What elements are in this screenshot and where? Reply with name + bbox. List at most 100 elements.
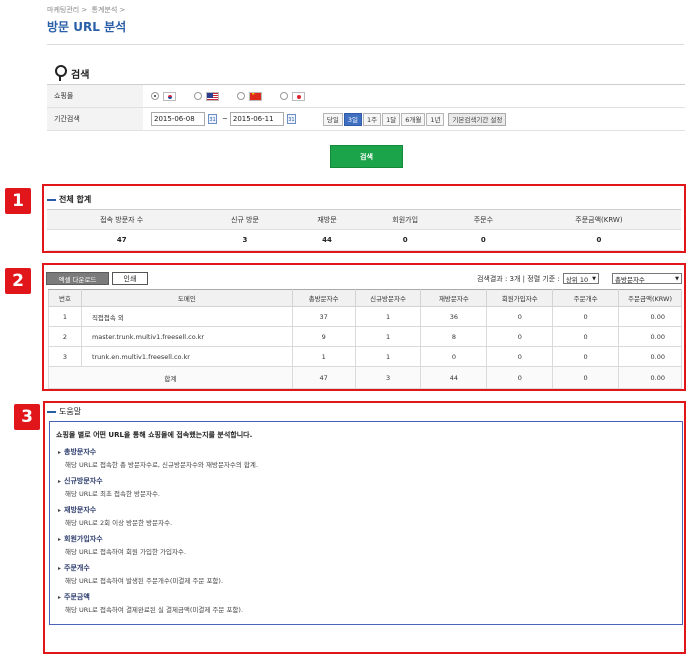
total-row: 합계 47 3 44 0 0 0.00 bbox=[48, 366, 682, 389]
list-cell: 0 bbox=[486, 306, 554, 327]
marker-3: 3 bbox=[14, 404, 40, 430]
summary-header-cell: 신규 방문 bbox=[196, 209, 294, 230]
search-heading-text: 검색 bbox=[71, 69, 90, 81]
page-title: 방문 URL 분석 bbox=[47, 20, 127, 34]
list-header-cell: 주문금액(KRW) bbox=[618, 289, 682, 307]
help-item: 회원가입자수해당 URL로 접속하여 회원 가입한 가입자수. bbox=[56, 534, 676, 556]
help-item-title: 주문금액 bbox=[56, 592, 676, 602]
period-label: 기간검색 bbox=[47, 108, 143, 130]
mall-radio[interactable] bbox=[237, 92, 245, 100]
default-period-button[interactable]: 기본검색기간 설정 bbox=[448, 112, 507, 126]
summary-header-row: 접속 방문자 수 신규 방문 재방문 회원가입 주문수 주문금액(KRW) bbox=[47, 209, 681, 230]
list-cell: 0 bbox=[486, 346, 554, 367]
mall-radio[interactable] bbox=[151, 92, 159, 100]
table-row: 3 trunk.en.multiv1.freesell.co.kr 1 1 0 0 0 0.0… bbox=[48, 346, 682, 367]
chevron-down-icon: ▼ bbox=[675, 275, 679, 282]
sort-select[interactable]: 총방문자수 ▼ bbox=[612, 273, 682, 284]
period-row: 기간검색 2015-06-08 31 ~ 2015-06-11 31 당일 3일 1… bbox=[47, 108, 685, 131]
help-item-title: 총방문자수 bbox=[56, 447, 676, 457]
search-form: 쇼핑몰 기간검색 2015-06-08 31 ~ 2015-06-11 31 당… bbox=[47, 84, 685, 131]
help-item: 주문개수해당 URL로 접속하여 발생된 주문개수(미결제 주문 포함). bbox=[56, 563, 676, 585]
summary-header-cell: 재방문 bbox=[293, 209, 361, 230]
list-header-cell: 재방문자수 bbox=[420, 289, 488, 307]
list-header-row: 번호 도메인 총방문자수 신규방문자수 재방문자수 회원가입자수 주문개수 주문금액(KRW) bbox=[48, 289, 682, 307]
list-cell: 1 bbox=[354, 326, 422, 347]
help-item-desc: 해당 URL로 접속하여 회원 가입한 가입자수. bbox=[65, 548, 186, 556]
sort-select-value: 총방문자수 bbox=[615, 275, 645, 284]
list-cell: 1 bbox=[354, 306, 422, 327]
calendar-icon[interactable]: 31 bbox=[286, 114, 296, 124]
mall-option[interactable] bbox=[237, 91, 262, 101]
flag-kr-icon bbox=[163, 91, 176, 101]
result-count-text: 검색결과 : 3개 | 정렬 기준 : bbox=[476, 274, 560, 283]
table-row: 2 master.trunk.multiv1.freesell.co.kr 9 1 8 0… bbox=[48, 326, 682, 347]
result-info: 검색결과 : 3개 | 정렬 기준 : 상위 10 ▼ bbox=[477, 273, 599, 284]
list-cell: 0 bbox=[552, 306, 620, 327]
help-item-title: 재방문자수 bbox=[56, 505, 676, 515]
summary-value-cell: 0 bbox=[516, 229, 681, 251]
print-button[interactable]: 인쇄 bbox=[112, 272, 148, 285]
list-header-cell: 번호 bbox=[48, 289, 82, 307]
summary-values-row: 47 3 44 0 0 0 bbox=[47, 229, 681, 251]
period-button[interactable]: 1주 bbox=[362, 112, 382, 126]
period-button[interactable]: 6개월 bbox=[401, 112, 426, 126]
list-cell: 8 bbox=[420, 326, 488, 347]
period-button[interactable]: 당일 bbox=[322, 112, 343, 126]
help-item-title: 주문개수 bbox=[56, 563, 676, 573]
list-header-cell: 신규방문자수 bbox=[354, 289, 422, 307]
search-button[interactable]: 검색 bbox=[330, 145, 403, 168]
mall-option[interactable] bbox=[151, 91, 176, 101]
total-cell: 47 bbox=[291, 366, 356, 389]
mall-option[interactable] bbox=[280, 91, 305, 101]
excel-download-button[interactable]: 엑셀 다운로드 bbox=[46, 272, 109, 285]
list-header-cell: 주문개수 bbox=[552, 289, 620, 307]
period-button[interactable]: 1달 bbox=[382, 112, 401, 126]
mall-radio[interactable] bbox=[280, 92, 288, 100]
list-cell: 0.00 bbox=[618, 346, 682, 367]
period-button[interactable]: 1년 bbox=[426, 112, 445, 126]
help-title-text: 도움말 bbox=[59, 407, 82, 416]
help-box: 쇼핑몰 별로 어떤 URL을 통해 쇼핑몰에 접속했는지를 분석합니다. 총방문… bbox=[49, 421, 683, 625]
flag-us-icon bbox=[206, 91, 219, 101]
help-item-desc: 해당 URL로 최초 접속한 방문자수. bbox=[65, 490, 160, 498]
list-header-cell: 회원가입자수 bbox=[486, 289, 554, 307]
summary-title-text: 전체 합계 bbox=[59, 195, 92, 204]
list-cell: 1 bbox=[48, 306, 82, 327]
period-button[interactable]: 3일 bbox=[343, 112, 362, 126]
domain-cell: trunk.en.multiv1.freesell.co.kr bbox=[80, 346, 293, 367]
summary-header-cell: 접속 방문자 수 bbox=[47, 209, 197, 230]
summary-header-cell: 주문수 bbox=[449, 209, 517, 230]
top-count-select[interactable]: 상위 10 ▼ bbox=[562, 273, 599, 284]
help-item: 주문금액해당 URL로 접속하여 결제완료된 실 결제금액(미결제 주문 포함)… bbox=[56, 592, 676, 614]
breadcrumb-item[interactable]: 통계분석 > bbox=[92, 6, 126, 14]
mall-row: 쇼핑몰 bbox=[47, 85, 685, 108]
chevron-down-icon: ▼ bbox=[592, 275, 596, 282]
table-row: 1 직접접속 외 37 1 36 0 0 0.00 bbox=[48, 306, 682, 327]
total-cell: 0 bbox=[552, 366, 620, 389]
date-to-input[interactable]: 2015-06-11 bbox=[229, 112, 284, 126]
mall-options bbox=[143, 85, 685, 107]
date-separator: ~ bbox=[222, 115, 228, 123]
list-body: 1 직접접속 외 37 1 36 0 0 0.00 2 master.trunk.multiv1.… bbox=[48, 306, 682, 389]
breadcrumb-item[interactable]: 마케팅관리 > bbox=[47, 6, 87, 14]
mall-option[interactable] bbox=[194, 91, 219, 101]
summary-value-cell: 47 bbox=[47, 229, 197, 251]
mall-radio[interactable] bbox=[194, 92, 202, 100]
calendar-icon[interactable]: 31 bbox=[208, 114, 217, 124]
date-from-input[interactable]: 2015-06-08 bbox=[151, 112, 205, 126]
help-item: 재방문자수해당 URL로 2회 이상 방문한 방문자수. bbox=[56, 505, 676, 527]
list-cell: 1 bbox=[354, 346, 422, 367]
help-item-desc: 해당 URL로 접속하여 결제완료된 실 결제금액(미결제 주문 포함). bbox=[65, 606, 244, 614]
list-toolbar: 엑셀 다운로드 인쇄 검색결과 : 3개 | 정렬 기준 : 상위 10 ▼ 총… bbox=[46, 272, 684, 286]
search-heading: 검색 bbox=[53, 65, 89, 81]
list-header-cell: 도메인 bbox=[80, 289, 293, 307]
help-item: 신규방문자수해당 URL로 최초 접속한 방문자수. bbox=[56, 476, 676, 498]
summary-header-cell: 주문금액(KRW) bbox=[516, 209, 681, 230]
list-cell: 3 bbox=[48, 346, 82, 367]
total-label: 합계 bbox=[48, 366, 293, 389]
period-buttons: 당일 3일 1주 1달 6개월 1년 bbox=[322, 112, 446, 126]
list-cell: 37 bbox=[291, 306, 356, 327]
domain-cell: master.trunk.multiv1.freesell.co.kr bbox=[80, 326, 293, 347]
summary-header-cell: 회원가입 bbox=[360, 209, 450, 230]
search-pin-icon bbox=[53, 65, 67, 81]
